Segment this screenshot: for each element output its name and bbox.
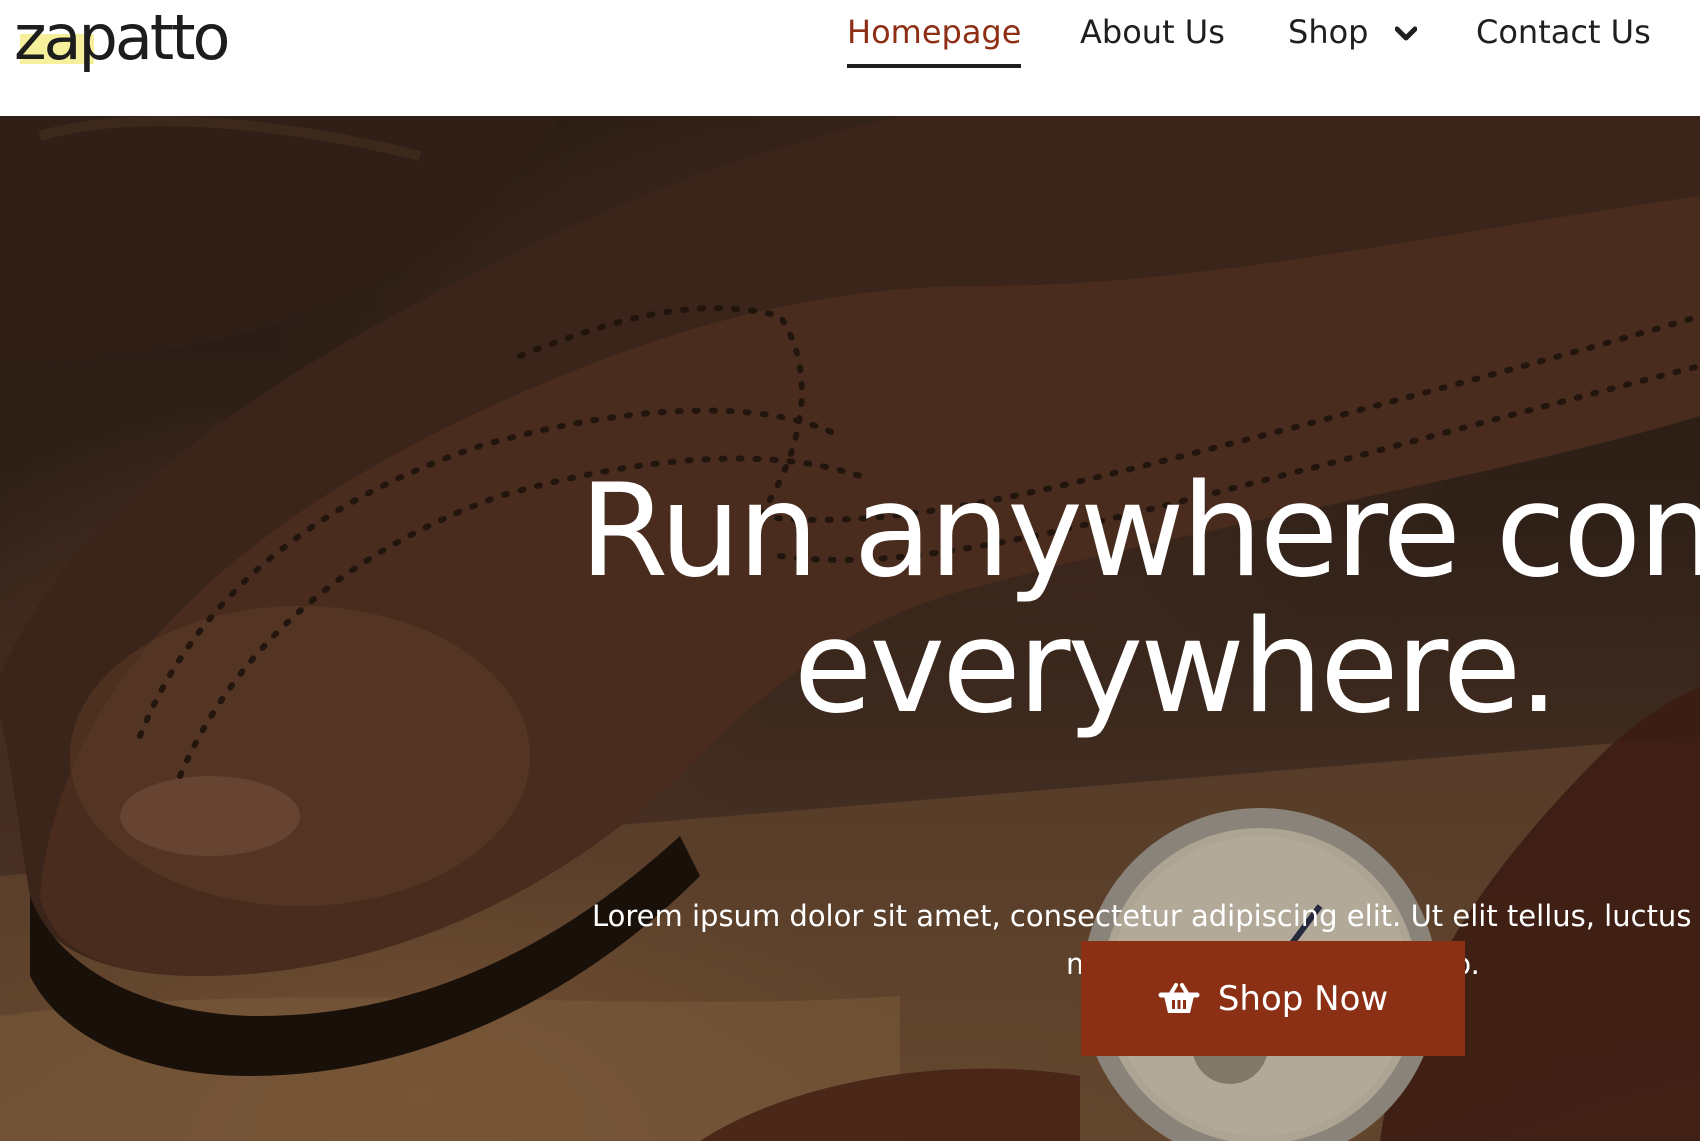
nav-item-homepage[interactable]: Homepage [847, 10, 1022, 68]
chevron-down-icon [1394, 9, 1418, 53]
nav-item-label: Shop [1288, 13, 1369, 51]
shop-now-button[interactable]: Shop Now [1081, 941, 1465, 1056]
main-nav: Homepage About Us Shop Contact Us [0, 9, 1700, 68]
nav-item-label: About Us [1080, 13, 1225, 51]
hero-headline-line-1: Run anywhere com [579, 457, 1700, 606]
nav-item-label: Contact Us [1476, 13, 1651, 51]
hero-headline-line-2: everywhere. [793, 593, 1559, 742]
shop-now-label: Shop Now [1217, 978, 1389, 1019]
hero-headline: Run anywhere com everywhere. [510, 464, 1700, 736]
page: zapatto Homepage About Us Shop Contact U… [0, 0, 1700, 1141]
nav-item-shop[interactable]: Shop [1288, 9, 1418, 56]
shopping-basket-icon [1158, 982, 1200, 1013]
nav-item-label: Homepage [847, 13, 1022, 51]
nav-item-about-us[interactable]: About Us [1080, 10, 1225, 54]
nav-item-contact-us[interactable]: Contact Us [1476, 10, 1651, 54]
site-header: zapatto Homepage About Us Shop Contact U… [0, 0, 1700, 116]
hero-subtext-line-1: Lorem ipsum dolor sit amet, consectetur … [592, 899, 1692, 933]
active-nav-underline [847, 64, 1022, 68]
